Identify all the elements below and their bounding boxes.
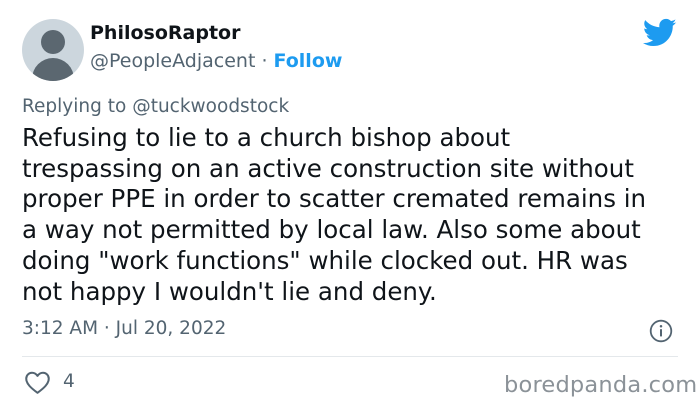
- replying-to-prefix: Replying to: [22, 96, 133, 117]
- replying-to-line: Replying to @tuckwoodstock: [22, 96, 289, 117]
- author-display-name[interactable]: PhilosoRaptor: [90, 22, 240, 44]
- tweet-text-line: proper PPE in order to scatter cremated …: [22, 184, 647, 214]
- twitter-bird-icon[interactable]: [643, 18, 677, 48]
- tweet-text-line: a way not permitted by local law. Also s…: [22, 215, 641, 245]
- avatar[interactable]: [22, 19, 84, 81]
- avatar-shoulders: [32, 58, 74, 81]
- follow-button[interactable]: Follow: [274, 50, 343, 72]
- tweet-text-line: Refusing to lie to a church bishop about: [22, 123, 511, 152]
- tweet-text-line: trespassing on an active construction si…: [22, 153, 634, 183]
- divider: [22, 356, 678, 357]
- tweet-text-line: doing "work functions" while clocked out…: [22, 245, 628, 275]
- tweet-text: Refusing to lie to a church bishop about…: [22, 123, 684, 307]
- heart-icon[interactable]: [24, 370, 51, 395]
- tweet-timestamp[interactable]: 3:12 AM · Jul 20, 2022: [22, 318, 226, 339]
- like-count: 4: [63, 371, 75, 392]
- tweet-text-line: not happy I wouldn't lie and deny.: [22, 276, 437, 306]
- avatar-head: [41, 30, 65, 54]
- info-icon[interactable]: [649, 319, 673, 343]
- author-handle-row: @PeopleAdjacent · Follow: [90, 50, 342, 72]
- author-handle[interactable]: @PeopleAdjacent: [90, 50, 255, 72]
- boredpanda-watermark: boredpanda.com: [504, 372, 698, 398]
- reply-mention-link[interactable]: @tuckwoodstock: [132, 96, 289, 117]
- handle-separator: ·: [255, 50, 274, 72]
